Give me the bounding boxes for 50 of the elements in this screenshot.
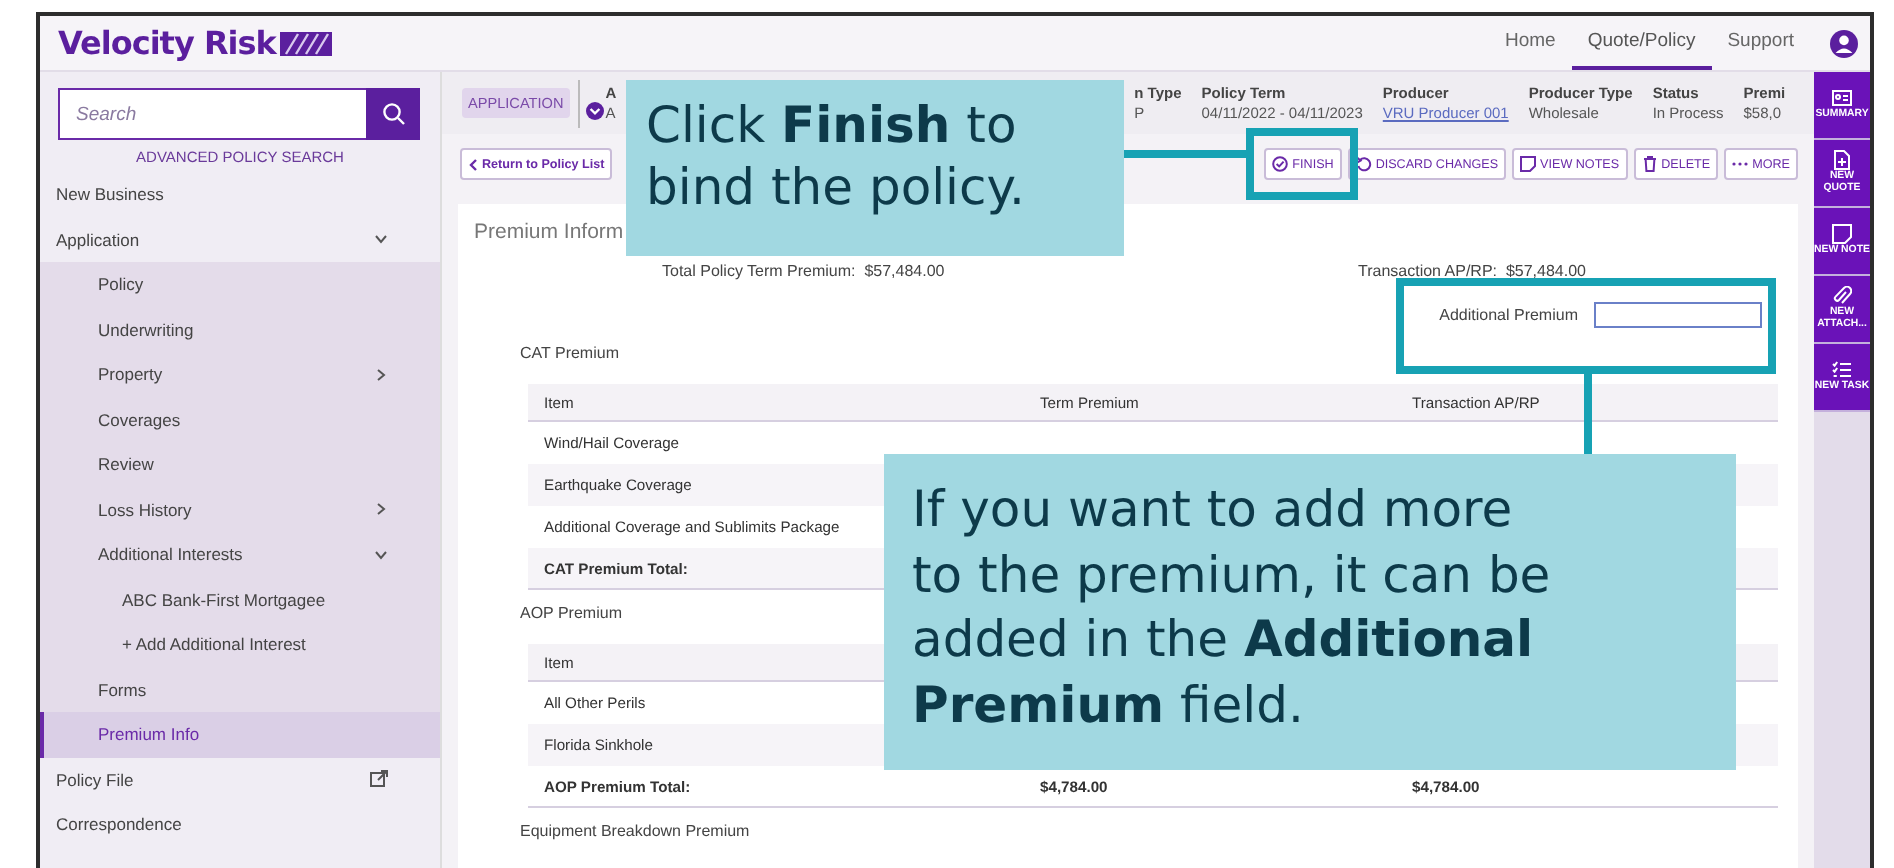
callout-text: If you want to add more to the premium, it can be added in the Additional Premium field. xyxy=(912,480,1551,733)
search-icon xyxy=(381,102,405,126)
sidebar-item[interactable]: Review xyxy=(40,442,440,487)
sidebar-item[interactable]: Underwriting xyxy=(40,307,440,352)
sidebar-item[interactable]: Coverages xyxy=(40,397,440,442)
sidebar-item[interactable]: New Business xyxy=(40,172,440,217)
check-circle-icon xyxy=(1272,156,1289,172)
chevron-left-icon xyxy=(468,157,478,171)
chevron-down-icon xyxy=(374,232,388,247)
external-link-icon xyxy=(370,770,388,789)
sidebar-item[interactable]: Policy xyxy=(40,262,440,307)
sidebar-item[interactable]: Premium Info xyxy=(40,712,440,757)
sidebar-item[interactable]: Correspondence xyxy=(40,802,440,847)
brand-logo-text: Velocity Risk xyxy=(58,24,276,62)
additional-premium-field[interactable] xyxy=(1594,301,1762,327)
sidebar-item[interactable]: Application xyxy=(40,217,440,262)
document-plus-icon xyxy=(1832,150,1852,171)
paperclip-icon xyxy=(1832,286,1852,307)
section-heading: CAT Premium xyxy=(520,344,619,366)
section-title: Premium Inform xyxy=(474,220,622,244)
id-card-icon xyxy=(1832,88,1852,109)
section-heading: AOP Premium xyxy=(520,604,622,626)
chevron-right-icon xyxy=(374,502,388,517)
field-label: Additional Premium xyxy=(1439,305,1578,323)
search-button[interactable] xyxy=(366,88,420,140)
transaction-text: Transaction AP/RP: $57,484.00 xyxy=(1358,262,1586,280)
note-icon xyxy=(1832,224,1852,245)
undo-icon xyxy=(1355,156,1372,172)
highlight-frame xyxy=(1246,128,1358,200)
sidebar-item[interactable]: Forms xyxy=(40,667,440,712)
logo-mark-icon xyxy=(279,31,332,55)
note-icon xyxy=(1520,156,1537,172)
sidebar-item[interactable]: ABC Bank-First Mortgagee xyxy=(40,577,440,622)
search-field[interactable]: Search xyxy=(58,88,366,140)
section-heading: Equipment Breakdown Premium xyxy=(520,822,750,844)
nav-tab[interactable]: Support xyxy=(1711,16,1810,70)
trash-icon xyxy=(1641,156,1658,172)
sidebar-item[interactable]: Policy File xyxy=(40,757,440,802)
total-premium-text: Total Policy Term Premium: $57,484.00 xyxy=(662,262,945,280)
sidebar-item[interactable]: Loss History xyxy=(40,487,440,532)
sidebar-item[interactable]: + Add Additional Interest xyxy=(40,622,440,667)
user-avatar-icon[interactable] xyxy=(1830,29,1858,57)
chevron-down-icon xyxy=(374,547,388,562)
chevron-circle-icon[interactable] xyxy=(585,102,604,120)
chevron-right-icon xyxy=(374,367,388,382)
checklist-icon xyxy=(1832,360,1852,381)
sidebar-item[interactable]: Property xyxy=(40,352,440,397)
sidebar-item[interactable]: Additional Interests xyxy=(40,532,440,577)
callout-text: Click Finish to bind the policy. xyxy=(646,96,1025,217)
nav-tab[interactable]: Home xyxy=(1489,16,1572,70)
